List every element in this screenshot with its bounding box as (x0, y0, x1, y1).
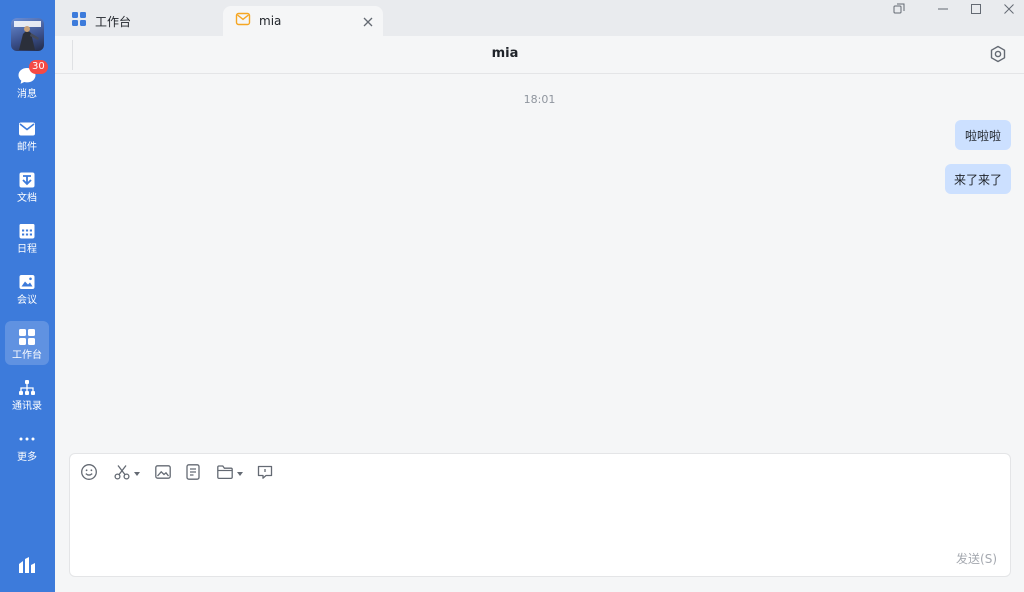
chevron-down-icon[interactable] (237, 472, 243, 476)
folder-icon (216, 463, 234, 485)
sidebar-item-label: 消息 (17, 89, 37, 100)
sidebar-item-label: 日程 (17, 244, 37, 255)
sidebar-item-meeting[interactable]: 会议 (5, 266, 49, 310)
document-icon (16, 169, 38, 191)
pin-window-icon (893, 0, 905, 19)
chevron-down-icon[interactable] (134, 472, 140, 476)
sidebar-item-contacts[interactable]: 通讯录 (5, 372, 49, 416)
chat-title: mia (491, 46, 519, 61)
emoji-button[interactable] (80, 464, 98, 484)
emoji-icon (80, 463, 98, 485)
sidebar-item-more[interactable]: 更多 (5, 423, 49, 467)
sidebar-item-workbench[interactable]: 工作台 (5, 321, 49, 365)
close-icon (1003, 0, 1015, 19)
grid-apps-icon (71, 11, 87, 31)
message-list: 18:01 啦啦啦 来了来了 (55, 74, 1024, 452)
message-bubble[interactable]: 啦啦啦 (955, 120, 1011, 150)
tab-label: mia (259, 14, 282, 28)
pin-window-button[interactable] (884, 0, 914, 18)
sidebar-item-label: 文档 (17, 193, 37, 204)
meeting-icon (16, 271, 38, 293)
sidebar-item-label: 工作台 (12, 350, 42, 361)
tab-label: 工作台 (95, 14, 132, 29)
org-chart-icon (16, 377, 38, 399)
sidebar: 30 消息 邮件 文档 日程 会议 工作台 通讯录 更多 (0, 0, 55, 592)
screenshot-button[interactable] (113, 464, 140, 484)
folder-button[interactable] (216, 464, 243, 484)
minimize-icon (937, 0, 949, 19)
settings-button[interactable] (988, 44, 1008, 64)
tab-mia[interactable]: mia (223, 6, 383, 36)
scissors-icon (113, 463, 131, 485)
close-icon[interactable] (361, 14, 375, 28)
chat-header: mia (55, 36, 1024, 74)
doc-button[interactable] (184, 464, 202, 484)
mail-icon (16, 118, 38, 140)
gear-icon (988, 45, 1008, 68)
unread-badge: 30 (29, 60, 48, 74)
user-avatar[interactable] (11, 18, 44, 51)
more-dots-icon (16, 428, 38, 450)
message-composer: 发送(S) (69, 453, 1011, 577)
sidebar-item-mail[interactable]: 邮件 (5, 113, 49, 157)
sidebar-item-label: 邮件 (17, 142, 37, 153)
workspace-switch-icon[interactable] (17, 555, 37, 575)
sidebar-item-docs[interactable]: 文档 (5, 164, 49, 208)
maximize-button[interactable] (961, 0, 991, 18)
tab-workbench[interactable]: 工作台 (59, 6, 219, 36)
image-icon (154, 463, 172, 485)
window-close-button[interactable] (994, 0, 1024, 18)
minimize-button[interactable] (928, 0, 958, 18)
message-bubble[interactable]: 来了来了 (945, 164, 1011, 194)
sidebar-item-label: 通讯录 (12, 401, 42, 412)
tab-bar: 工作台 mia (55, 0, 1024, 36)
sidebar-item-messages[interactable]: 30 消息 (5, 60, 49, 104)
document-icon (184, 463, 202, 485)
message-timestamp: 18:01 (523, 93, 556, 106)
comment-icon (256, 463, 274, 485)
sidebar-item-calendar[interactable]: 日程 (5, 215, 49, 259)
image-button[interactable] (154, 464, 172, 484)
sidebar-item-label: 会议 (17, 295, 37, 306)
maximize-icon (970, 0, 982, 19)
mail-icon (235, 11, 251, 31)
send-button[interactable]: 发送(S) (956, 550, 997, 567)
message-input[interactable] (82, 492, 998, 544)
calendar-icon (16, 220, 38, 242)
sidebar-item-label: 更多 (17, 452, 37, 463)
grid-apps-icon (16, 326, 38, 348)
comment-button[interactable] (256, 464, 274, 484)
